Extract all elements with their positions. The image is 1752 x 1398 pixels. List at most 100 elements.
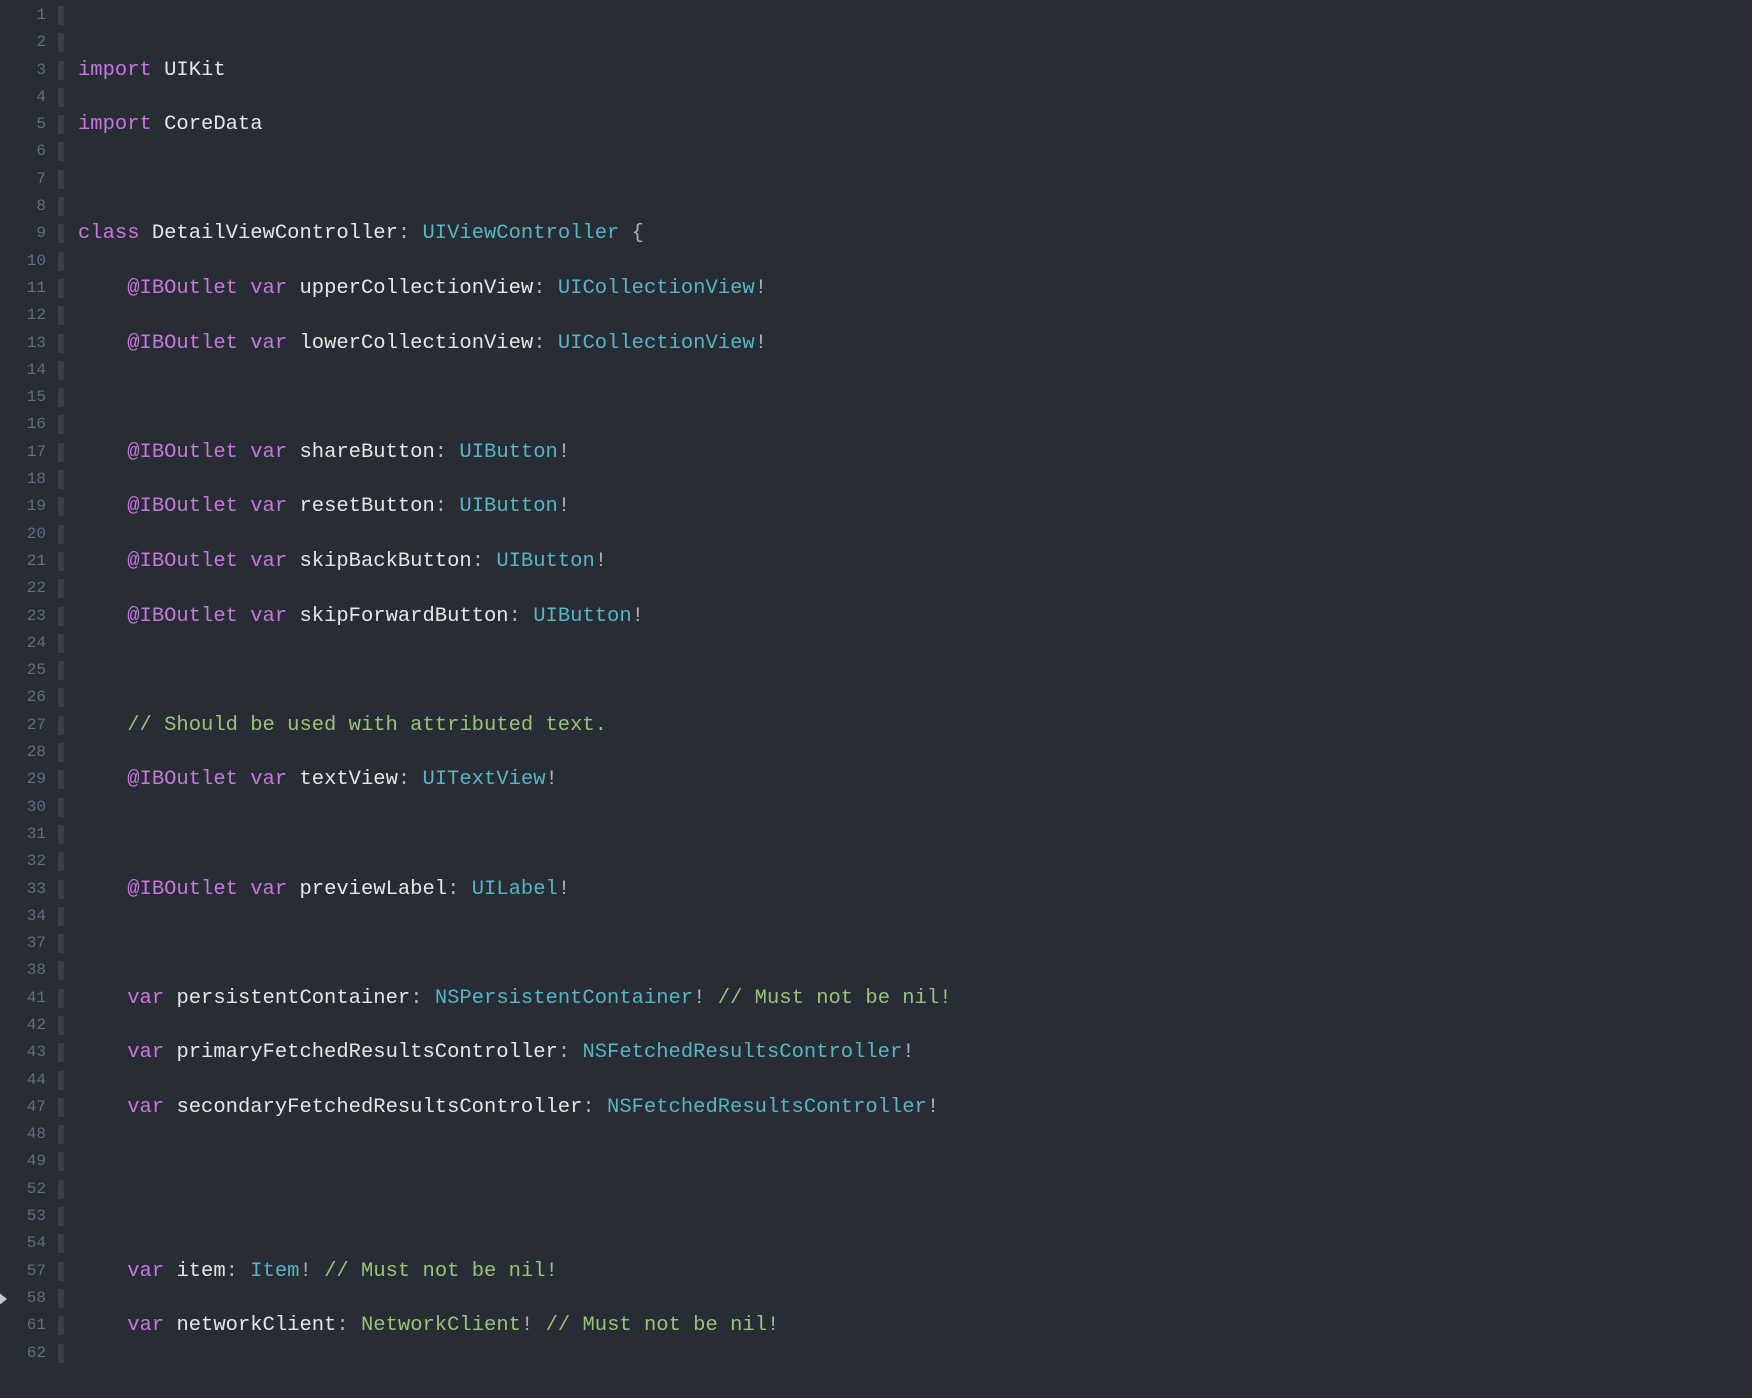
fold-gutter-row[interactable] <box>56 903 70 930</box>
fold-gutter-row[interactable] <box>56 630 70 657</box>
fold-indicator-icon[interactable] <box>58 33 64 52</box>
fold-indicator-icon[interactable] <box>58 88 64 107</box>
line-number[interactable]: 28 <box>0 739 46 766</box>
code-line[interactable] <box>78 657 1752 684</box>
fold-gutter-row[interactable] <box>56 1121 70 1148</box>
code-line[interactable]: @IBOutlet var lowerCollectionView: UICol… <box>78 330 1752 357</box>
fold-indicator-icon[interactable] <box>58 579 64 598</box>
fold-gutter-row[interactable] <box>56 166 70 193</box>
fold-indicator-icon[interactable] <box>58 1289 64 1308</box>
fold-gutter-row[interactable] <box>56 684 70 711</box>
line-number[interactable]: 14 <box>0 357 46 384</box>
fold-gutter-row[interactable] <box>56 712 70 739</box>
fold-indicator-icon[interactable] <box>58 279 64 298</box>
line-number[interactable]: 57 <box>0 1258 46 1285</box>
fold-indicator-icon[interactable] <box>58 770 64 789</box>
fold-indicator-icon[interactable] <box>58 1180 64 1199</box>
fold-indicator-icon[interactable] <box>58 961 64 980</box>
fold-gutter-row[interactable] <box>56 985 70 1012</box>
fold-gutter-row[interactable] <box>56 493 70 520</box>
line-number[interactable]: 53 <box>0 1203 46 1230</box>
code-line[interactable] <box>78 1148 1752 1175</box>
fold-indicator-icon[interactable] <box>58 1125 64 1144</box>
line-number[interactable]: 47 <box>0 1094 46 1121</box>
line-number[interactable]: 54 <box>0 1230 46 1257</box>
fold-gutter-row[interactable] <box>56 821 70 848</box>
fold-indicator-icon[interactable] <box>58 1207 64 1226</box>
fold-gutter-row[interactable] <box>56 411 70 438</box>
fold-indicator-icon[interactable] <box>58 716 64 735</box>
line-number[interactable]: 34 <box>0 903 46 930</box>
line-number[interactable]: 24 <box>0 630 46 657</box>
fold-gutter-row[interactable] <box>56 84 70 111</box>
fold-indicator-icon[interactable] <box>58 907 64 926</box>
fold-indicator-icon[interactable] <box>58 497 64 516</box>
fold-indicator-icon[interactable] <box>58 1262 64 1281</box>
line-number[interactable]: 16 <box>0 411 46 438</box>
code-line[interactable]: var primaryFetchedResultsController: NSF… <box>78 1039 1752 1066</box>
fold-gutter-row[interactable] <box>56 1230 70 1257</box>
fold-indicator-icon[interactable] <box>58 1316 64 1335</box>
line-number[interactable]: 58 <box>0 1285 46 1312</box>
line-number[interactable]: 13 <box>0 330 46 357</box>
fold-gutter-row[interactable] <box>56 794 70 821</box>
fold-gutter-row[interactable] <box>56 1285 70 1312</box>
code-line[interactable] <box>78 1203 1752 1230</box>
fold-indicator-icon[interactable] <box>58 1071 64 1090</box>
fold-indicator-icon[interactable] <box>58 142 64 161</box>
line-number[interactable]: 3 <box>0 57 46 84</box>
line-number[interactable]: 29 <box>0 766 46 793</box>
fold-gutter-row[interactable] <box>56 1340 70 1367</box>
line-number[interactable]: 8 <box>0 193 46 220</box>
fold-indicator-icon[interactable] <box>58 1098 64 1117</box>
fold-gutter-row[interactable] <box>56 1148 70 1175</box>
fold-gutter-row[interactable] <box>56 384 70 411</box>
fold-indicator-icon[interactable] <box>58 470 64 489</box>
line-number[interactable]: 32 <box>0 848 46 875</box>
code-line[interactable]: class DetailViewController: UIViewContro… <box>78 220 1752 247</box>
code-line[interactable]: var persistentContainer: NSPersistentCon… <box>78 985 1752 1012</box>
code-line[interactable] <box>78 166 1752 193</box>
line-number[interactable]: 37 <box>0 930 46 957</box>
fold-gutter-row[interactable] <box>56 302 70 329</box>
fold-indicator-icon[interactable] <box>58 552 64 571</box>
line-number[interactable]: 48 <box>0 1121 46 1148</box>
code-line[interactable] <box>78 821 1752 848</box>
fold-indicator-icon[interactable] <box>58 743 64 762</box>
code-line[interactable]: @IBOutlet var skipBackButton: UIButton! <box>78 548 1752 575</box>
fold-gutter-row[interactable] <box>56 1012 70 1039</box>
line-number[interactable]: 4 <box>0 84 46 111</box>
line-number[interactable]: 11 <box>0 275 46 302</box>
fold-gutter-row[interactable] <box>56 1203 70 1230</box>
fold-indicator-icon[interactable] <box>58 115 64 134</box>
fold-indicator-icon[interactable] <box>58 6 64 25</box>
fold-indicator-icon[interactable] <box>58 1016 64 1035</box>
fold-indicator-icon[interactable] <box>58 415 64 434</box>
code-line[interactable]: import CoreData <box>78 111 1752 138</box>
fold-indicator-icon[interactable] <box>58 798 64 817</box>
line-number[interactable]: 17 <box>0 439 46 466</box>
line-number[interactable]: 22 <box>0 575 46 602</box>
fold-gutter-row[interactable] <box>56 275 70 302</box>
code-line[interactable] <box>78 1367 1752 1394</box>
line-number[interactable]: 44 <box>0 1067 46 1094</box>
fold-gutter-row[interactable] <box>56 930 70 957</box>
fold-indicator-icon[interactable] <box>58 1344 64 1363</box>
code-line[interactable]: var item: Item! // Must not be nil! <box>78 1258 1752 1285</box>
code-line[interactable]: // Should be used with attributed text. <box>78 712 1752 739</box>
fold-gutter-row[interactable] <box>56 2 70 29</box>
code-line[interactable]: var secondaryFetchedResultsController: N… <box>78 1094 1752 1121</box>
line-number[interactable]: 20 <box>0 521 46 548</box>
code-editor[interactable]: 1234567891011121314151617181920212223242… <box>0 0 1752 1398</box>
fold-gutter-row[interactable] <box>56 357 70 384</box>
fold-gutter-row[interactable] <box>56 957 70 984</box>
fold-indicator-icon[interactable] <box>58 361 64 380</box>
line-number-gutter[interactable]: 1234567891011121314151617181920212223242… <box>0 0 56 1398</box>
fold-gutter-row[interactable] <box>56 1067 70 1094</box>
fold-indicator-icon[interactable] <box>58 1234 64 1253</box>
fold-indicator-icon[interactable] <box>58 934 64 953</box>
fold-indicator-icon[interactable] <box>58 525 64 544</box>
fold-gutter-row[interactable] <box>56 766 70 793</box>
fold-indicator-icon[interactable] <box>58 880 64 899</box>
fold-gutter-row[interactable] <box>56 330 70 357</box>
